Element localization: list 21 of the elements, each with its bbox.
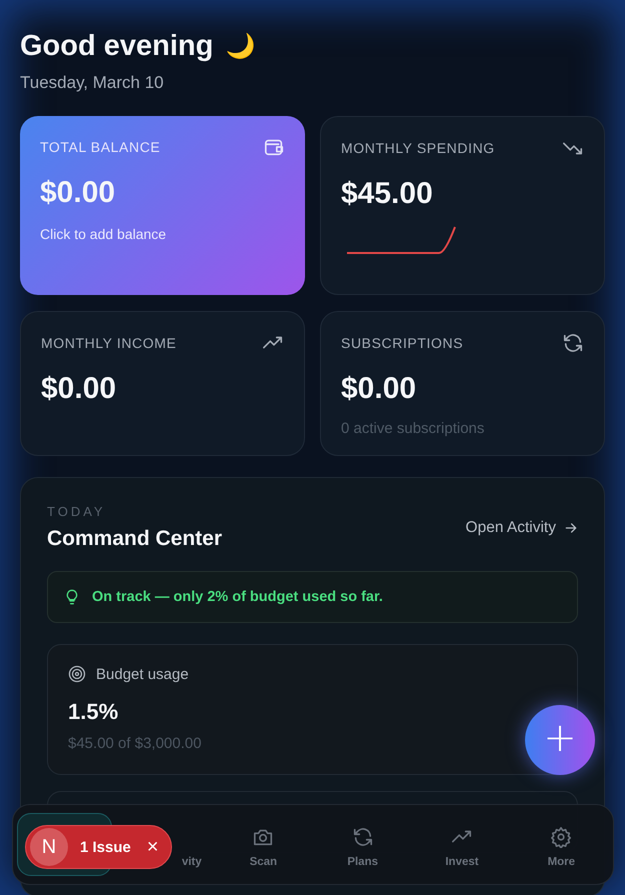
- issue-count: 1 Issue: [80, 838, 131, 856]
- card-amount: $0.00: [41, 372, 118, 406]
- logo-letter: N: [30, 828, 68, 866]
- card-amount: $0.00: [40, 176, 116, 210]
- card-title: MONTHLY SPENDING: [341, 140, 495, 156]
- card-amount: $45.00: [341, 177, 434, 211]
- date-text: Tuesday, March 10: [20, 73, 165, 93]
- card-note: 0 active subscriptions: [341, 420, 486, 437]
- card-title: SUBSCRIPTIONS: [341, 335, 464, 351]
- greeting-title: Good evening: [20, 30, 214, 63]
- budget-percent: 1.5%: [68, 699, 120, 725]
- moon-emoji: 🌙: [225, 32, 256, 61]
- card-amount: $0.00: [341, 372, 418, 406]
- eyebrow-label: TODAY: [47, 504, 107, 519]
- card-title: TOTAL BALANCE: [40, 139, 160, 155]
- budget-label: Budget usage: [96, 666, 189, 682]
- budget-detail: $45.00 of $3,000.00: [68, 735, 202, 752]
- status-text: On track — only 2% of budget used so far.: [92, 589, 383, 605]
- section-title: Command Center: [47, 527, 222, 551]
- card-note: Click to add balance: [40, 226, 168, 242]
- card-title: MONTHLY INCOME: [41, 335, 176, 351]
